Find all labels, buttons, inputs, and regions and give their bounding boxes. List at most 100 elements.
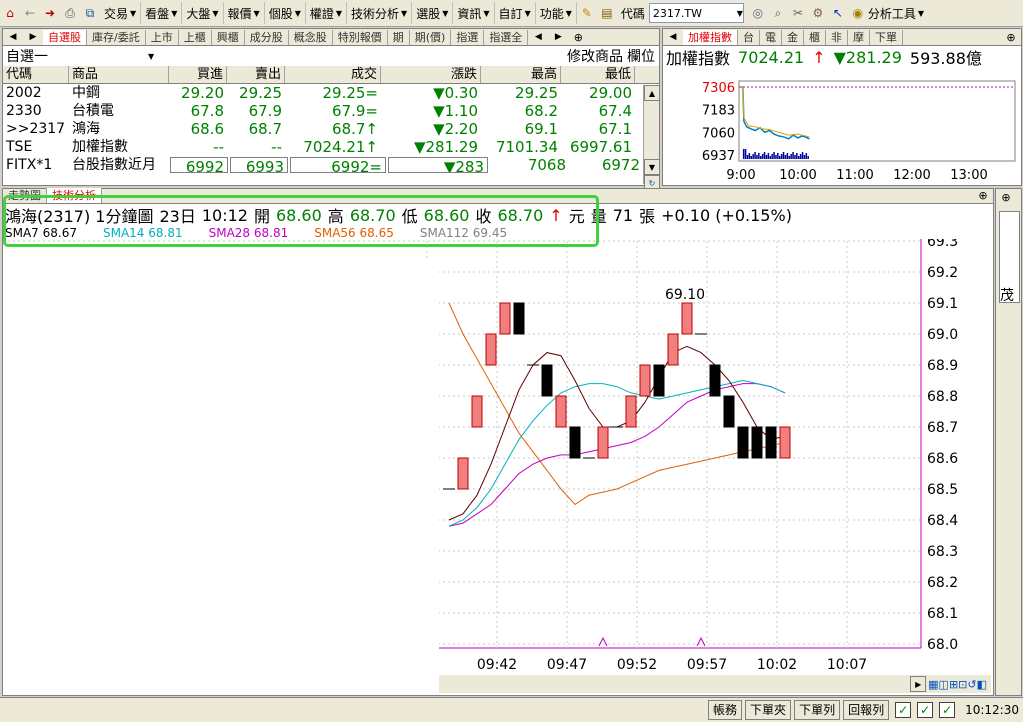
status-button-3[interactable]: 回報列	[843, 700, 890, 720]
candle	[485, 333, 497, 366]
home-icon[interactable]: ⌂	[2, 5, 18, 21]
cell-high: 7101.34	[495, 138, 558, 156]
scroll-down-button[interactable]: ▼	[644, 159, 660, 175]
tab-index-2[interactable]: 電	[760, 30, 782, 45]
tab-index-0[interactable]: 加權指數	[683, 30, 738, 45]
settings-icon[interactable]: ⚙	[810, 5, 826, 21]
menu-6[interactable]: 技術分析 ▼	[347, 2, 413, 24]
chevron-left-icon[interactable]: ◀	[665, 29, 681, 45]
binoculars-icon[interactable]: ◎	[750, 5, 766, 21]
table-row[interactable]: 2002 中鋼 29.20 29.25 29.25= ▼0.30 29.25 29.00	[3, 84, 659, 102]
table-row[interactable]: FITX*1 台股指數近月 6992 6993 6992= ▼283 7068 6972	[3, 156, 659, 174]
tab-watchlist-5[interactable]: 成分股	[245, 30, 289, 45]
menu-1[interactable]: 看盤 ▼	[141, 2, 183, 24]
scroll-left-icon[interactable]: ◀	[530, 29, 546, 45]
search-icon[interactable]: ⌕	[770, 5, 786, 21]
tab-watchlist-9[interactable]: 期(價)	[410, 30, 452, 45]
status-button-2[interactable]: 下單列	[794, 700, 841, 720]
back-icon[interactable]: ←	[22, 5, 38, 21]
column-header-low[interactable]: 最低	[561, 66, 635, 83]
check-icon[interactable]: ✓	[917, 702, 934, 718]
tab-watchlist-3[interactable]: 上櫃	[179, 30, 212, 45]
pen-icon[interactable]: ✎	[579, 5, 595, 21]
chevron-down-icon[interactable]: ▼	[148, 52, 154, 61]
tab-watchlist-11[interactable]: 指選全	[484, 30, 529, 45]
code-input[interactable]: 2317.TW ▼	[648, 3, 744, 23]
forward-icon[interactable]: ➜	[42, 5, 58, 21]
tab-index-1[interactable]: 台	[738, 30, 760, 45]
menu-10[interactable]: 功能 ▼	[536, 2, 577, 24]
menu-3[interactable]: 報價 ▼	[224, 2, 265, 24]
chevron-down-icon[interactable]: ▼	[737, 9, 743, 18]
zoom-icon[interactable]: ⊕	[998, 189, 1014, 205]
column-header-high[interactable]: 最高	[481, 66, 561, 83]
chart-tool-icon[interactable]: ▦◫⊞⊡↺◧	[928, 678, 987, 691]
list-name[interactable]: 自選一	[3, 46, 146, 66]
tab-watchlist-4[interactable]: 興櫃	[212, 30, 245, 45]
tab-watchlist-8[interactable]: 期	[388, 30, 410, 45]
check-icon[interactable]: ✓	[895, 702, 912, 718]
tab-index-3[interactable]: 金	[782, 30, 804, 45]
chevron-down-icon[interactable]: ▼	[918, 9, 924, 18]
watchlist-scrollbar[interactable]: ▲ ▼ ↻	[643, 85, 660, 191]
cell-bid: 29.20	[181, 84, 224, 102]
scroll-right-icon[interactable]: ▶	[910, 676, 927, 692]
analysis-icon[interactable]: ◉	[850, 5, 866, 21]
tools-icon[interactable]: ✂	[790, 5, 806, 21]
chevron-left-icon[interactable]: ◀	[5, 29, 21, 45]
tab-index-7[interactable]: 下單	[870, 30, 903, 45]
cursor-icon[interactable]: ↖	[830, 5, 846, 21]
candle	[597, 426, 609, 459]
chevron-right-icon[interactable]: ▶	[25, 29, 41, 45]
tab-index-5[interactable]: 非	[826, 30, 848, 45]
index-volume-bar	[750, 156, 752, 159]
modify-button[interactable]: 修改商品	[567, 46, 623, 66]
zoom-icon[interactable]: ⊕	[1003, 29, 1019, 45]
index-summary: 加權指數 7024.21 ↑ ▼281.29 593.88億	[663, 46, 1021, 69]
menu-0[interactable]: 交易 ▼	[100, 2, 142, 24]
tab-index-4[interactable]: 櫃	[804, 30, 826, 45]
menu-2[interactable]: 大盤 ▼	[182, 2, 224, 24]
candle	[681, 302, 693, 335]
menu-5[interactable]: 權證 ▼	[306, 2, 348, 24]
tab-index-6[interactable]: 摩	[848, 30, 870, 45]
analysis-tools-menu[interactable]: 分析工具	[868, 5, 916, 22]
status-button-0[interactable]: 帳務	[708, 700, 743, 720]
table-row[interactable]: TSE 加權指數 -- -- 7024.21↑ ▼281.29 7101.34 6997.61	[3, 138, 659, 156]
cell-last: 29.25=	[322, 84, 378, 102]
column-header-change[interactable]: 漲跌	[381, 66, 481, 83]
menu-9[interactable]: 自訂 ▼	[495, 2, 536, 24]
cell-high: 7068	[527, 156, 566, 174]
scroll-up-button[interactable]: ▲	[644, 85, 660, 101]
status-button-1[interactable]: 下單夾	[745, 700, 792, 720]
column-header-last[interactable]: 成交	[285, 66, 381, 83]
popout-icon[interactable]: ⧉	[82, 5, 98, 21]
tab-watchlist-7[interactable]: 特別報價	[333, 30, 388, 45]
tab-watchlist-2[interactable]: 上市	[146, 30, 179, 45]
index-volume-bar	[782, 152, 785, 159]
menu-7[interactable]: 選股 ▼	[412, 2, 454, 24]
index-volume: 593.88億	[909, 49, 982, 68]
menu-8[interactable]: 資訊 ▼	[453, 2, 495, 24]
table-row[interactable]: 2330 台積電 67.8 67.9 67.9= ▼1.10 68.2 67.4	[3, 102, 659, 120]
check-icon[interactable]: ✓	[939, 702, 956, 718]
column-header-bid[interactable]: 買進	[169, 66, 227, 83]
menu-4[interactable]: 個股 ▼	[265, 2, 306, 24]
fields-button[interactable]: 欄位	[627, 46, 655, 66]
zoom-icon[interactable]: ⊕	[570, 29, 586, 45]
print-icon[interactable]: ⎙	[62, 5, 78, 21]
zoom-icon[interactable]: ⊕	[975, 187, 991, 203]
menu-label: 交易	[104, 6, 129, 21]
tab-watchlist-1[interactable]: 庫存/委託	[87, 30, 146, 45]
column-header-name[interactable]: 商品	[69, 66, 169, 83]
column-header-ask[interactable]: 賣出	[227, 66, 285, 83]
scroll-right-icon[interactable]: ▶	[550, 29, 566, 45]
tab-watchlist-10[interactable]: 指選	[451, 30, 485, 45]
candle-body	[471, 395, 483, 428]
table-row[interactable]: >>2317 鴻海 68.6 68.7 68.7↑ ▼2.20 69.1 67.1	[3, 120, 659, 138]
selection-highlight	[3, 195, 599, 247]
note-icon[interactable]: ▤	[599, 5, 615, 21]
tab-watchlist-6[interactable]: 概念股	[289, 30, 333, 45]
tab-watchlist-0[interactable]: 自選股	[43, 30, 87, 45]
column-header-code[interactable]: 代碼	[3, 66, 69, 83]
